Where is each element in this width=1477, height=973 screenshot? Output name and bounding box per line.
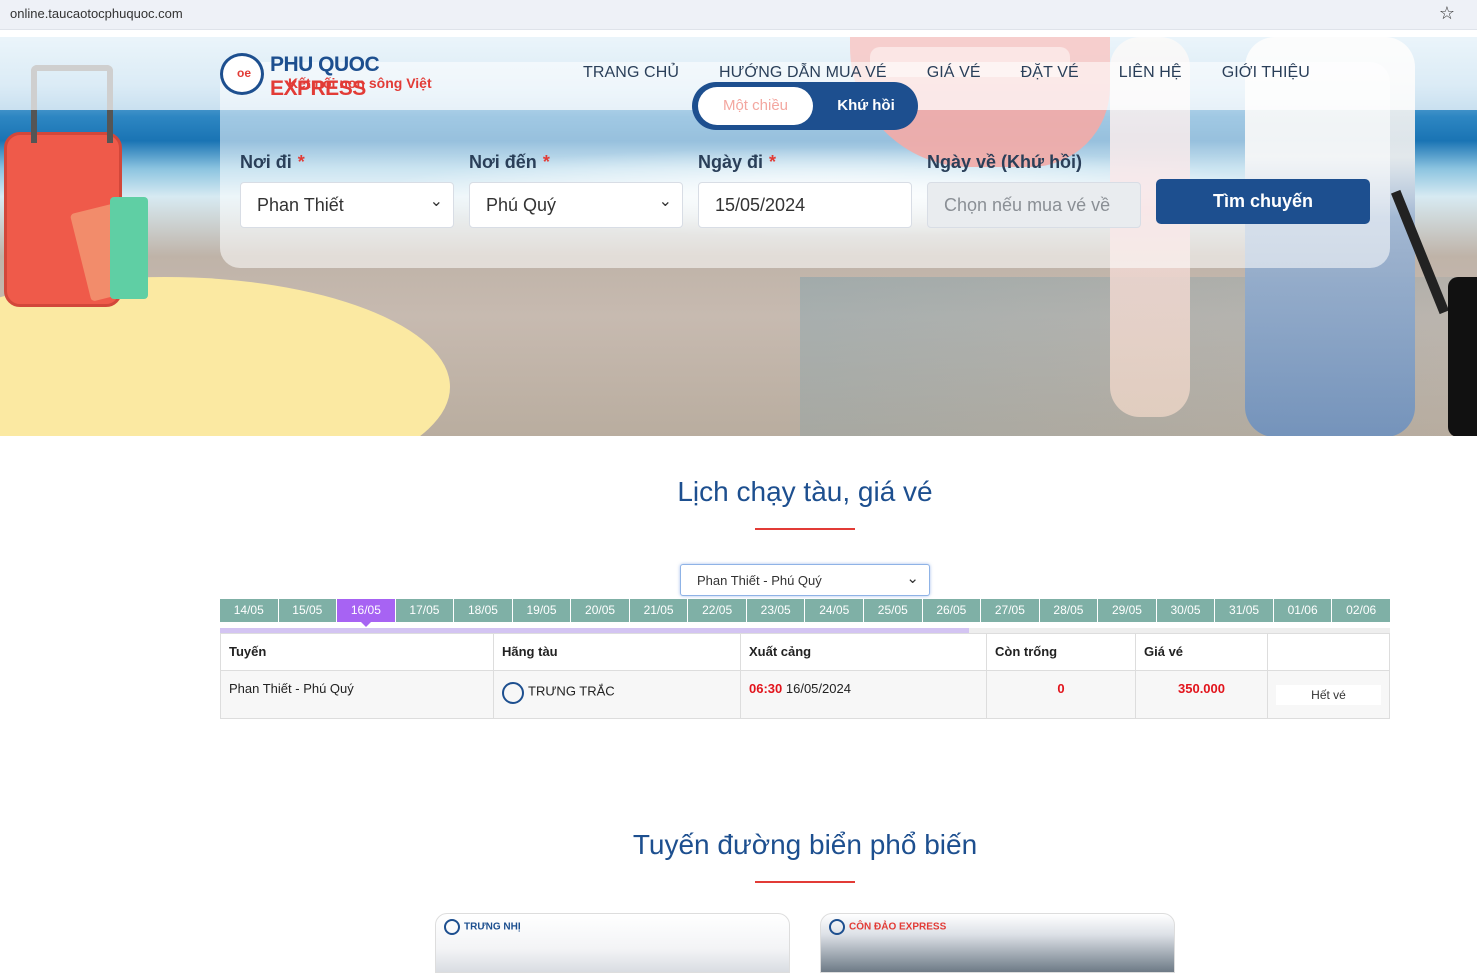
date-tabs: 14/05 15/05 16/05 17/05 18/05 19/05 20/0… [220,599,1390,627]
browser-url-bar[interactable]: online.taucaotocphuquoc.com ☆ [0,0,1477,30]
col-seats: Còn trống [987,634,1136,670]
row-route: Phan Thiết - Phú Quý [221,671,494,718]
date-tab[interactable]: 29/05 [1098,599,1156,622]
ticket-illustration [110,197,148,299]
date-tab[interactable]: 01/06 [1273,599,1332,622]
trip-type-toggle: Một chiều Khứ hồi [692,82,918,130]
row-operator: TRƯNG TRẮC [494,671,741,718]
date-tab-active[interactable]: 16/05 [337,599,395,627]
schedule-table: Tuyến Hãng tàu Xuất cảng Còn trống Giá v… [220,633,1390,719]
nav-booking[interactable]: ĐẶT VÉ [1021,64,1079,82]
col-operator: Hãng tàu [494,634,741,670]
route-card[interactable]: CÔN ĐẢO EXPRESS [820,913,1175,973]
schedule-title: Lịch chạy tàu, giá vé [677,476,933,507]
ship-logo-icon [502,682,524,704]
to-select[interactable]: Phú Quý [469,182,683,228]
date-tab[interactable]: 30/05 [1156,599,1215,622]
date-tab[interactable]: 22/05 [688,599,746,622]
date-tab[interactable]: 15/05 [278,599,337,622]
date-tab[interactable]: 21/05 [629,599,688,622]
route-card[interactable]: TRƯNG NHỊ [435,913,790,973]
from-select[interactable]: Phan Thiết [240,182,454,228]
date-tab[interactable]: 18/05 [454,599,512,622]
ship-logo-icon [829,919,845,935]
logo-icon [220,53,264,95]
table-row: Phan Thiết - Phú Quý TRƯNG TRẮC 06:30 16… [221,671,1389,718]
date-tab[interactable]: 02/06 [1332,599,1390,622]
col-price: Giá vé [1136,634,1268,670]
depart-label: Ngày đi * [698,152,777,172]
nav-contact[interactable]: LIÊN HỆ [1119,64,1182,82]
date-tab[interactable]: 27/05 [981,599,1039,622]
one-way-option[interactable]: Một chiều [698,87,813,125]
route-select[interactable]: Phan Thiết - Phú Quý [680,564,930,596]
depart-date-input[interactable]: 15/05/2024 [698,182,912,228]
date-tab[interactable]: 14/05 [220,599,278,622]
luggage-image [1448,277,1477,436]
date-tab[interactable]: 31/05 [1215,599,1273,622]
return-date-input[interactable]: Chọn nếu mua vé về [927,182,1141,228]
date-tab[interactable]: 26/05 [922,599,981,622]
nav-prices[interactable]: GIÁ VÉ [927,64,981,82]
from-label: Nơi đi * [240,152,305,172]
site-logo[interactable]: PHU QUOC EXPRESS Kết nối non sông Việt [220,52,470,100]
search-button[interactable]: Tìm chuyến [1156,179,1370,224]
to-label: Nơi đến * [469,152,550,172]
return-label: Ngày về (Khứ hồi) [927,152,1083,172]
date-tab[interactable]: 24/05 [805,599,864,622]
row-action: Hết vé [1268,671,1389,718]
popular-title: Tuyến đường biển phổ biến [632,829,978,860]
main-nav: TRANG CHỦ HƯỚNG DẪN MUA VÉ GIÁ VÉ ĐẶT VÉ… [583,64,1310,82]
title-underline [755,528,855,530]
title-underline [755,881,855,883]
ship-logo-icon [444,919,460,935]
round-trip-option[interactable]: Khứ hồi [822,87,910,125]
date-tab[interactable]: 19/05 [512,599,571,622]
sold-out-button[interactable]: Hết vé [1276,685,1381,705]
url-text[interactable]: online.taucaotocphuquoc.com [10,6,183,21]
nav-guide[interactable]: HƯỚNG DẪN MUA VÉ [719,64,887,82]
nav-home[interactable]: TRANG CHỦ [583,64,679,82]
date-tab[interactable]: 17/05 [395,599,454,622]
table-header: Tuyến Hãng tàu Xuất cảng Còn trống Giá v… [221,634,1389,671]
col-route: Tuyến [221,634,494,670]
row-seats: 0 [987,671,1136,718]
row-departure: 06:30 16/05/2024 [741,671,987,718]
date-tab[interactable]: 23/05 [746,599,805,622]
col-departure: Xuất cảng [741,634,987,670]
date-tab[interactable]: 20/05 [571,599,629,622]
row-price: 350.000 [1136,671,1268,718]
date-tab[interactable]: 25/05 [864,599,922,622]
star-icon[interactable]: ☆ [1439,3,1455,24]
nav-about[interactable]: GIỚI THIỆU [1222,64,1310,82]
date-tab[interactable]: 28/05 [1039,599,1098,622]
col-action [1268,634,1389,670]
logo-slogan: Kết nối non sông Việt [288,75,432,91]
